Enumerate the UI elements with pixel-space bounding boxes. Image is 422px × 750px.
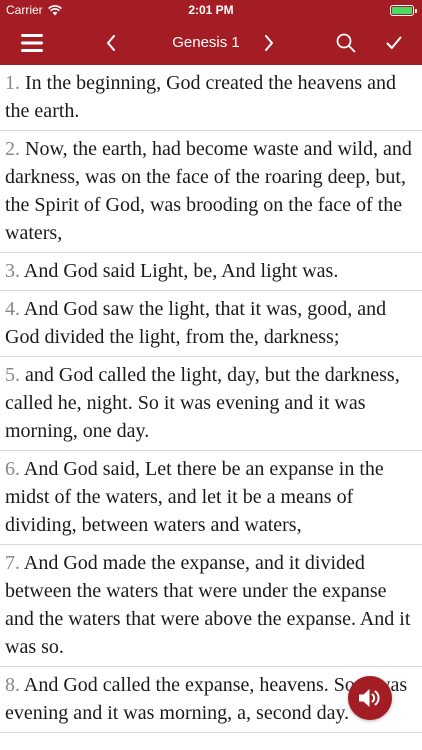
verse-number: 6. xyxy=(5,458,20,480)
verse-text: And God called the expanse, heavens. So … xyxy=(5,674,408,724)
verse-item[interactable]: 2. Now, the earth, had become waste and … xyxy=(0,131,422,253)
verse-text: And God said, Let there be an expanse in… xyxy=(5,458,384,536)
next-chapter-button[interactable] xyxy=(254,20,284,65)
chapter-title[interactable]: Genesis 1 xyxy=(140,20,272,65)
verse-number: 5. xyxy=(5,364,20,386)
status-bar: Carrier 2:01 PM xyxy=(0,0,422,20)
verse-number: 3. xyxy=(5,260,20,282)
verse-item[interactable]: 3. And God said Light, be, And light was… xyxy=(0,253,422,291)
verse-item[interactable]: 6. And God said, Let there be an expanse… xyxy=(0,451,422,545)
verse-item[interactable]: 1. In the beginning, God created the hea… xyxy=(0,65,422,131)
verse-text: And God said Light, be, And light was. xyxy=(20,260,339,282)
battery-icon xyxy=(390,5,417,16)
status-time: 2:01 PM xyxy=(188,3,234,17)
search-icon xyxy=(336,33,356,52)
verse-text: And God saw the light, that it was, good… xyxy=(5,298,387,348)
verse-text: In the beginning, God created the heaven… xyxy=(5,72,396,122)
nav-bar: Genesis 1 xyxy=(0,20,422,65)
chevron-left-icon xyxy=(107,34,115,51)
done-button[interactable] xyxy=(378,20,410,65)
previous-chapter-button[interactable] xyxy=(96,20,126,65)
menu-button[interactable] xyxy=(12,20,52,65)
hamburger-menu-icon xyxy=(21,33,43,52)
verse-text: and God called the light, day, but the d… xyxy=(5,364,400,442)
verse-item[interactable]: 7. And God made the expanse, and it divi… xyxy=(0,545,422,667)
verse-item[interactable]: 4. And God saw the light, that it was, g… xyxy=(0,291,422,357)
audio-play-button[interactable] xyxy=(348,676,392,720)
verse-number: 2. xyxy=(5,138,20,160)
verse-number: 8. xyxy=(5,674,20,696)
verse-text: Now, the earth, had become waste and wil… xyxy=(5,138,412,244)
verse-list[interactable]: 1. In the beginning, God created the hea… xyxy=(0,65,422,750)
checkmark-icon xyxy=(386,36,402,49)
verse-text: And God made the expanse, and it divided… xyxy=(5,552,411,658)
chevron-right-icon xyxy=(265,34,273,51)
verse-number: 7. xyxy=(5,552,20,574)
verse-number: 1. xyxy=(5,72,20,94)
search-button[interactable] xyxy=(330,20,362,65)
battery-fill xyxy=(392,7,412,14)
verse-number: 4. xyxy=(5,298,20,320)
verse-item[interactable]: 5. and God called the light, day, but th… xyxy=(0,357,422,451)
speaker-icon xyxy=(359,689,380,707)
